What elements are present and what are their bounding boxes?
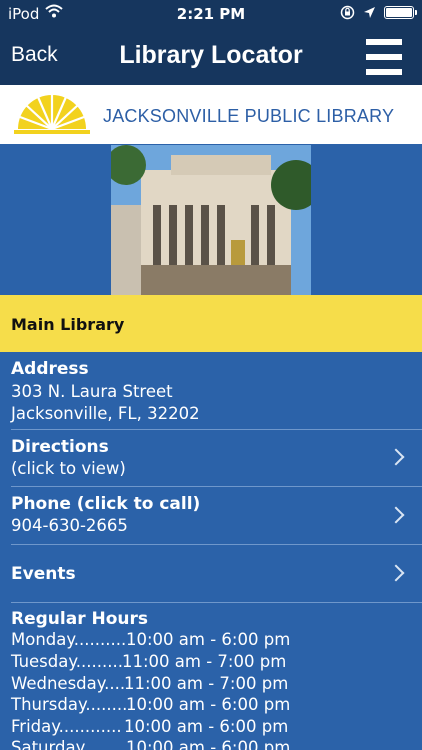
address-line-1: 303 N. Laura Street [11,382,173,401]
chevron-right-icon [387,506,405,524]
events-row[interactable]: Events [0,545,422,602]
chevron-right-icon [387,564,405,582]
chevron-right-icon [387,448,405,466]
hours-row: Friday............ 10:00 am - 6:00 pm [11,717,288,736]
hours-row: Thursday........ 10:00 am - 6:00 pm [11,695,290,714]
directions-subtext: (click to view) [11,459,126,478]
page-title: Library Locator [119,41,303,69]
library-building-photo [111,145,311,295]
hours-time: 10:00 am - 6:00 pm [126,738,291,750]
hours-row: Saturday........ 10:00 am - 6:00 pm [11,738,290,750]
hours-row: Tuesday......... 11:00 am - 7:00 pm [11,652,286,671]
hours-time: 10:00 am - 6:00 pm [126,630,291,649]
hours-time: 10:00 am - 6:00 pm [126,695,291,714]
phone-row[interactable]: Phone (click to call) 904-630-2665 [0,487,422,544]
phone-number: 904-630-2665 [11,516,128,535]
address-section: Address 303 N. Laura Street Jacksonville… [0,352,422,430]
hours-day: Saturday........ [11,738,125,750]
directions-row[interactable]: Directions (click to view) [0,430,422,486]
library-banner: JACKSONVILLE PUBLIC LIBRARY [0,85,422,144]
hours-row: Wednesday.... 11:00 am - 7:00 pm [11,674,288,693]
battery-icon [384,6,417,19]
hours-time: 11:00 am - 7:00 pm [124,674,289,693]
hours-time: 10:00 am - 6:00 pm [124,717,289,736]
orientation-lock-icon [340,5,355,20]
hours-time: 11:00 am - 7:00 pm [122,652,287,671]
location-arrow-icon [364,7,375,18]
hours-section: Regular Hours Monday.......... 10:00 am … [0,603,422,750]
hours-heading: Regular Hours [11,609,149,629]
address-line-2: Jacksonville, FL, 32202 [11,404,200,423]
events-heading: Events [11,564,76,584]
address-heading: Address [11,359,89,379]
sun-logo-icon [14,94,90,134]
status-bar: iPod 2:21 PM [0,0,422,30]
branch-name: Main Library [11,315,125,334]
hours-day: Wednesday.... [11,674,126,693]
hours-day: Thursday........ [11,695,128,714]
branch-name-bar: Main Library [0,295,422,352]
phone-heading: Phone (click to call) [11,494,201,514]
navigation-bar: Back Library Locator [0,30,422,85]
hours-row: Monday.......... 10:00 am - 6:00 pm [11,630,290,649]
hours-day: Monday.......... [11,630,127,649]
directions-heading: Directions [11,437,109,457]
hours-day: Tuesday......... [11,652,123,671]
hours-day: Friday............ [11,717,122,736]
hamburger-menu-icon[interactable] [366,39,402,75]
library-brand-name: JACKSONVILLE PUBLIC LIBRARY [103,106,395,126]
